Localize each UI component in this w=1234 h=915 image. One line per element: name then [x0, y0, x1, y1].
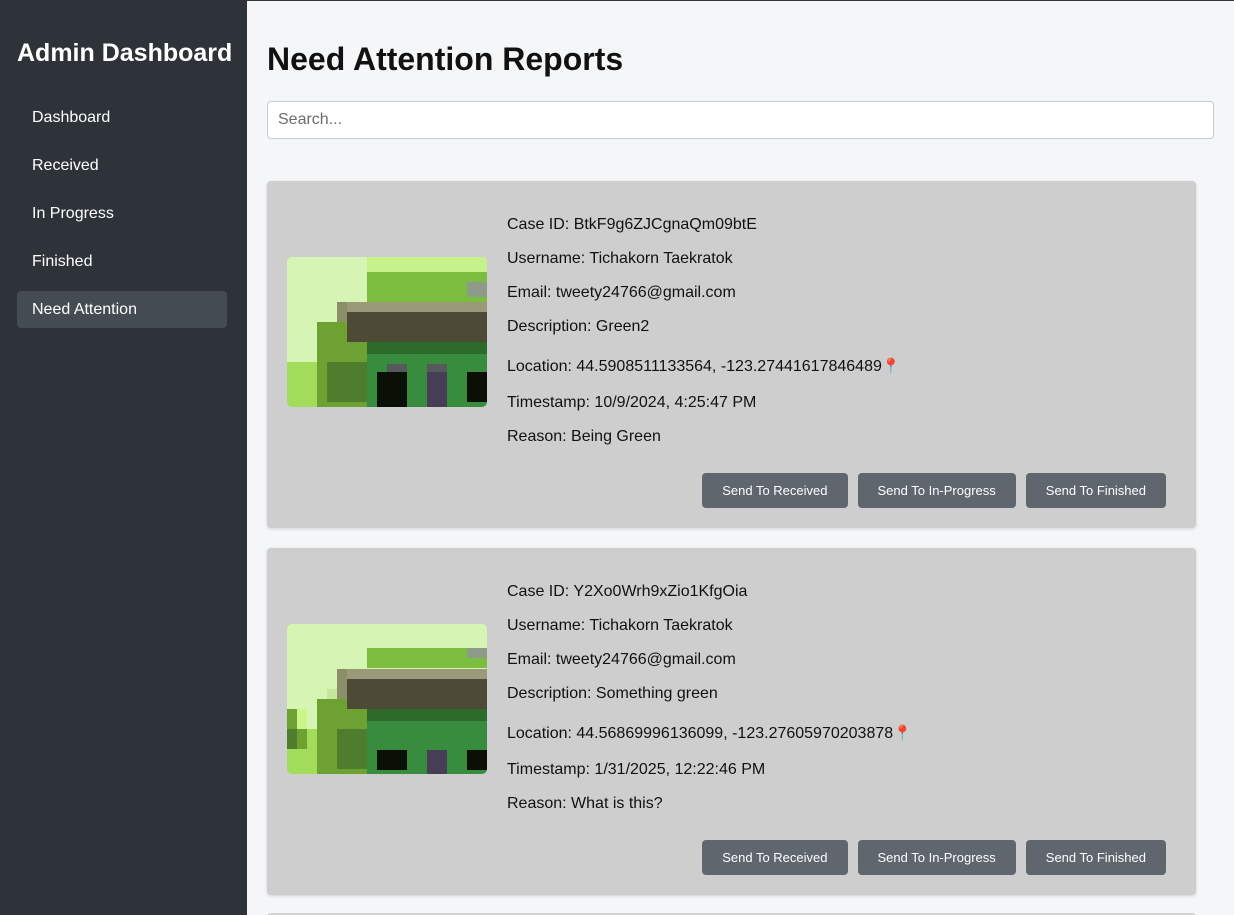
sidebar-item-in-progress[interactable]: In Progress — [17, 195, 227, 232]
description: Description: Something green — [507, 685, 718, 702]
report-details: Case ID: Y2Xo0Wrh9xZio1KfgOia Username: … — [507, 582, 912, 828]
send-to-received-button[interactable]: Send To Received — [702, 840, 848, 875]
sidebar-item-received[interactable]: Received — [17, 147, 227, 184]
send-to-received-button[interactable]: Send To Received — [702, 473, 848, 508]
email: Email: tweety24766@gmail.com — [507, 651, 736, 668]
report-actions: Send To Received Send To In-Progress Sen… — [702, 473, 1166, 508]
sidebar-nav: Dashboard Received In Progress Finished … — [17, 99, 227, 339]
email: Email: tweety24766@gmail.com — [507, 284, 736, 301]
location-row: Location: 44.56869996136099, -123.276059… — [507, 724, 912, 760]
send-to-in-progress-button[interactable]: Send To In-Progress — [857, 473, 1016, 508]
report-card: Case ID: BtkF9g6ZJCgnaQm09btE Username: … — [267, 181, 1196, 528]
location-pin-icon[interactable]: 📍 — [893, 725, 912, 742]
location-row: Location: 44.5908511133564, -123.2744161… — [507, 357, 901, 393]
case-id: Case ID: BtkF9g6ZJCgnaQm09btE — [507, 216, 757, 233]
page-title: Need Attention Reports — [267, 41, 624, 77]
case-id: Case ID: Y2Xo0Wrh9xZio1KfgOia — [507, 583, 748, 600]
timestamp: Timestamp: 10/9/2024, 4:25:47 PM — [507, 394, 757, 411]
report-thumbnail — [287, 257, 487, 407]
report-details: Case ID: BtkF9g6ZJCgnaQm09btE Username: … — [507, 215, 901, 461]
sidebar-item-dashboard[interactable]: Dashboard — [17, 99, 227, 136]
search-input[interactable] — [267, 101, 1214, 139]
report-image — [287, 257, 487, 407]
sidebar-item-need-attention[interactable]: Need Attention — [17, 291, 227, 328]
report-card: Case ID: Y2Xo0Wrh9xZio1KfgOia Username: … — [267, 548, 1196, 895]
location: Location: 44.56869996136099, -123.276059… — [507, 725, 894, 742]
send-to-in-progress-button[interactable]: Send To In-Progress — [857, 840, 1016, 875]
reason: Reason: What is this? — [507, 795, 663, 812]
description: Description: Green2 — [507, 318, 650, 335]
location-pin-icon[interactable]: 📍 — [882, 358, 901, 375]
report-image — [287, 624, 487, 774]
report-actions: Send To Received Send To In-Progress Sen… — [702, 840, 1166, 875]
username: Username: Tichakorn Taekratok — [507, 617, 733, 634]
username: Username: Tichakorn Taekratok — [507, 250, 733, 267]
send-to-finished-button[interactable]: Send To Finished — [1025, 473, 1166, 508]
location: Location: 44.5908511133564, -123.2744161… — [507, 358, 882, 375]
timestamp: Timestamp: 1/31/2025, 12:22:46 PM — [507, 761, 766, 778]
reason: Reason: Being Green — [507, 428, 661, 445]
sidebar-title: Admin Dashboard — [17, 39, 233, 67]
main-content: Need Attention Reports Search... Case ID… — [247, 1, 1234, 915]
send-to-finished-button[interactable]: Send To Finished — [1025, 840, 1166, 875]
sidebar-item-finished[interactable]: Finished — [17, 243, 227, 280]
report-thumbnail — [287, 624, 487, 774]
sidebar: Admin Dashboard Dashboard Received In Pr… — [0, 0, 247, 915]
